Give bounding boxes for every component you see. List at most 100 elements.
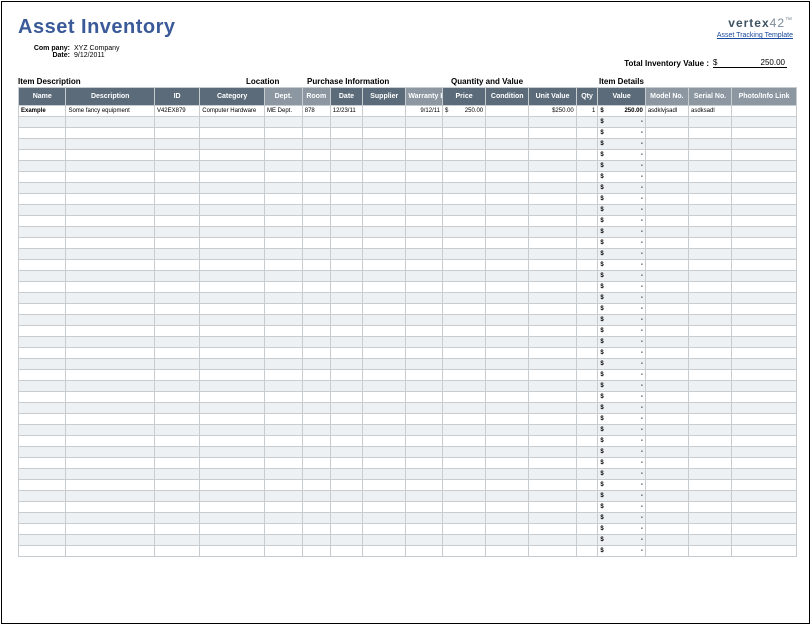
cell[interactable] (302, 337, 330, 348)
cell[interactable] (200, 414, 265, 425)
cell[interactable] (732, 436, 797, 447)
cell[interactable] (264, 524, 302, 535)
cell[interactable] (486, 414, 529, 425)
cell[interactable] (688, 524, 731, 535)
cell[interactable] (529, 403, 576, 414)
cell[interactable] (154, 502, 199, 513)
cell[interactable] (302, 447, 330, 458)
cell[interactable] (363, 183, 406, 194)
cell[interactable] (406, 348, 443, 359)
cell[interactable] (66, 249, 154, 260)
cell[interactable] (732, 447, 797, 458)
cell[interactable] (406, 502, 443, 513)
cell[interactable] (363, 216, 406, 227)
cell[interactable] (264, 326, 302, 337)
cell[interactable]: ME Dept. (264, 106, 302, 117)
cell[interactable] (19, 183, 66, 194)
cell[interactable]: 9/12/11 (406, 106, 443, 117)
cell[interactable] (529, 172, 576, 183)
cell[interactable] (302, 304, 330, 315)
cell[interactable] (732, 260, 797, 271)
cell[interactable] (264, 194, 302, 205)
cell[interactable] (302, 370, 330, 381)
cell[interactable] (264, 403, 302, 414)
cell[interactable] (732, 370, 797, 381)
cell[interactable] (688, 260, 731, 271)
cell[interactable] (264, 183, 302, 194)
cell[interactable] (330, 117, 362, 128)
cell[interactable] (363, 414, 406, 425)
cell[interactable] (732, 128, 797, 139)
cell[interactable]: asdksadl (688, 106, 731, 117)
cell[interactable] (486, 359, 529, 370)
cell[interactable] (200, 216, 265, 227)
cell[interactable] (645, 172, 688, 183)
cell-money[interactable]: $- (598, 392, 645, 403)
cell[interactable] (264, 381, 302, 392)
cell-money[interactable]: $- (598, 139, 645, 150)
cell[interactable] (19, 271, 66, 282)
cell[interactable] (645, 491, 688, 502)
cell[interactable] (154, 172, 199, 183)
cell[interactable] (406, 370, 443, 381)
cell[interactable] (264, 172, 302, 183)
cell[interactable] (200, 293, 265, 304)
cell[interactable] (529, 348, 576, 359)
cell[interactable] (576, 128, 598, 139)
cell[interactable] (486, 194, 529, 205)
cell[interactable] (688, 326, 731, 337)
cell[interactable] (732, 315, 797, 326)
cell[interactable] (576, 425, 598, 436)
cell[interactable] (529, 359, 576, 370)
cell[interactable] (363, 260, 406, 271)
cell[interactable] (732, 216, 797, 227)
cell[interactable] (576, 205, 598, 216)
cell[interactable] (66, 194, 154, 205)
cell[interactable] (576, 513, 598, 524)
cell[interactable] (19, 524, 66, 535)
cell[interactable] (19, 447, 66, 458)
cell[interactable] (732, 161, 797, 172)
cell[interactable] (19, 359, 66, 370)
cell[interactable] (529, 491, 576, 502)
cell[interactable] (443, 117, 486, 128)
cell-money[interactable]: $- (598, 502, 645, 513)
cell[interactable] (406, 546, 443, 557)
cell[interactable] (264, 227, 302, 238)
cell[interactable] (330, 183, 362, 194)
cell[interactable] (645, 194, 688, 205)
cell[interactable] (66, 293, 154, 304)
cell[interactable] (576, 282, 598, 293)
cell[interactable] (486, 513, 529, 524)
cell[interactable] (529, 150, 576, 161)
cell[interactable] (66, 524, 154, 535)
cell-money[interactable]: $- (598, 117, 645, 128)
cell[interactable] (200, 370, 265, 381)
cell[interactable] (363, 128, 406, 139)
cell[interactable] (200, 161, 265, 172)
cell[interactable] (443, 458, 486, 469)
cell[interactable] (154, 458, 199, 469)
cell[interactable] (19, 128, 66, 139)
cell[interactable] (688, 359, 731, 370)
cell[interactable] (732, 359, 797, 370)
cell[interactable] (645, 216, 688, 227)
cell-money[interactable]: $- (598, 293, 645, 304)
cell[interactable] (732, 172, 797, 183)
cell[interactable] (443, 139, 486, 150)
cell[interactable] (486, 337, 529, 348)
cell[interactable] (302, 480, 330, 491)
cell[interactable] (688, 249, 731, 260)
cell[interactable] (363, 469, 406, 480)
cell[interactable] (66, 117, 154, 128)
cell[interactable] (200, 238, 265, 249)
cell-money[interactable]: $- (598, 425, 645, 436)
cell[interactable] (406, 436, 443, 447)
cell[interactable] (732, 139, 797, 150)
cell[interactable] (529, 304, 576, 315)
cell[interactable]: V42EX879 (154, 106, 199, 117)
cell[interactable] (363, 315, 406, 326)
cell[interactable] (154, 139, 199, 150)
cell[interactable] (19, 491, 66, 502)
cell[interactable] (66, 403, 154, 414)
